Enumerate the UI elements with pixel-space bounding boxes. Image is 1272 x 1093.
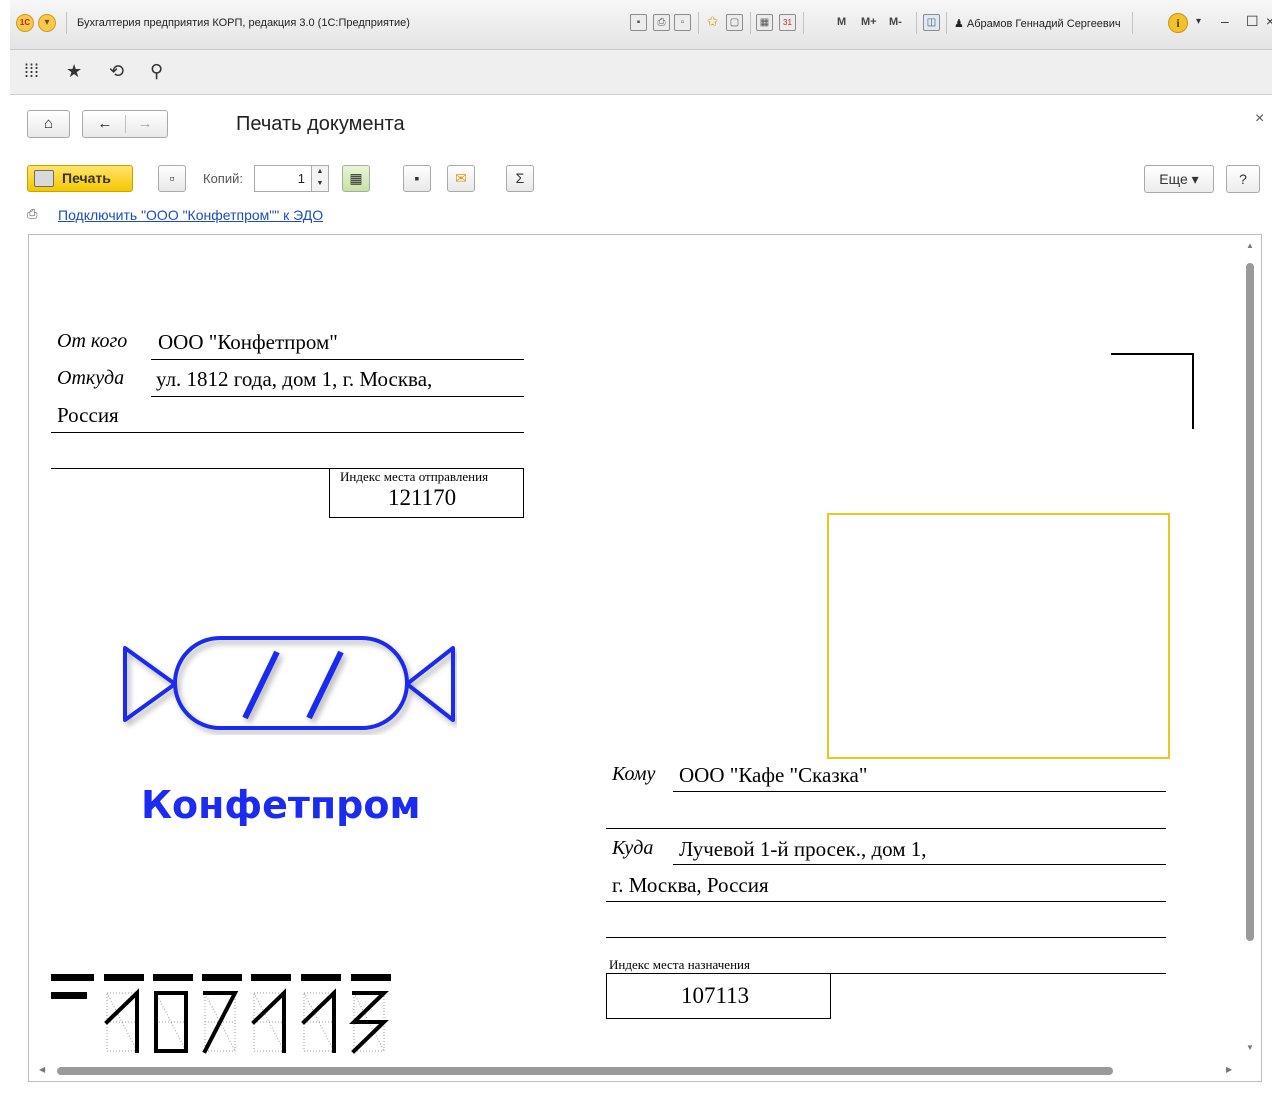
chevron-down-icon[interactable]: ▾ — [1196, 16, 1201, 27]
separator — [698, 12, 699, 34]
memory-m-button[interactable]: M — [837, 16, 846, 28]
info-icon[interactable]: i — [1168, 13, 1188, 33]
favorites-icon[interactable]: ✩ — [704, 14, 721, 31]
main-menu-icon[interactable]: ▾ — [38, 14, 56, 32]
forward-arrow-icon[interactable]: → — [138, 115, 153, 132]
separator — [750, 12, 751, 34]
to-value: ООО "Кафе "Сказка" — [679, 763, 868, 787]
dest-index-caption: Индекс места назначения — [609, 957, 750, 972]
minimize-icon[interactable]: – — [1221, 13, 1229, 29]
separator — [916, 12, 917, 34]
preview-icon[interactable]: ▫ — [674, 14, 691, 31]
window-titlebar: 1С ▾ Бухгалтерия предприятия КОРП, редак… — [10, 0, 1272, 50]
edo-icon: ⎙ — [27, 206, 38, 221]
save-icon: ▪ — [414, 170, 420, 186]
to-label: Кому — [612, 763, 656, 785]
back-forward-buttons[interactable]: ← → — [82, 110, 168, 138]
help-button[interactable]: ? — [1226, 165, 1260, 193]
copies-stepper[interactable]: ▲ ▼ — [311, 165, 329, 192]
more-button[interactable]: Еще ▾ — [1144, 165, 1214, 193]
printer-icon — [34, 170, 54, 187]
candy-logo-icon — [123, 636, 455, 730]
underline — [673, 791, 1166, 792]
spreadsheet-document[interactable]: От кого ООО "Конфетпром" Откуда ул. 1812… — [28, 234, 1262, 1082]
favorites-star-icon[interactable]: ★ — [66, 61, 82, 82]
separator — [946, 12, 947, 34]
separator — [66, 12, 67, 34]
history-icon[interactable]: ▢ — [726, 14, 743, 31]
calculator-icon[interactable]: ▦ — [756, 14, 773, 31]
to-address-line2: г. Москва, Россия — [612, 873, 769, 897]
origin-index-value: 121170 — [388, 485, 457, 510]
to-address-label: Куда — [612, 837, 654, 859]
memory-minus-button[interactable]: M- — [889, 16, 902, 28]
edit-mode-button[interactable]: ▦ — [342, 165, 370, 192]
copies-input[interactable]: 1 — [254, 165, 312, 192]
vertical-scrollbar[interactable] — [1246, 263, 1254, 941]
postal-code-stencil — [51, 974, 391, 1054]
separator — [124, 115, 126, 134]
calendar-icon[interactable]: 31 — [779, 14, 796, 31]
scroll-right-arrow-icon[interactable]: ▶ — [1226, 1065, 1232, 1074]
envelope-icon: ✉ — [455, 170, 467, 186]
brand-name: Конфетпром — [141, 783, 421, 827]
scroll-up-arrow-icon[interactable]: ▲ — [1246, 241, 1254, 250]
dest-index-value: 107113 — [681, 983, 750, 1008]
user-name: Абрамов Геннадий Сергеевич — [966, 18, 1121, 30]
underline — [606, 937, 1166, 938]
save-button[interactable]: ▪ — [403, 165, 431, 192]
page-title: Печать документа — [236, 113, 405, 135]
from-address-label: Откуда — [57, 367, 125, 389]
save-icon[interactable]: ▪ — [630, 14, 647, 31]
panels-icon[interactable]: ◫ — [923, 14, 940, 31]
to-address-line1: Лучевой 1-й просек., дом 1, — [679, 837, 927, 861]
underline — [606, 901, 1166, 902]
back-arrow-icon[interactable]: ← — [97, 115, 112, 132]
sum-button[interactable]: Σ — [506, 165, 534, 192]
home-icon: ⌂ — [43, 115, 54, 132]
underline — [606, 828, 1166, 829]
from-value: ООО "Конфетпром" — [158, 330, 338, 354]
underline — [151, 396, 524, 397]
print-icon[interactable]: ⎙ — [653, 14, 670, 31]
from-address-line1: ул. 1812 года, дом 1, г. Москва, — [156, 367, 433, 391]
navigation-bar: ⁞⁞⁞ ★ ⟲ ⚲ — [10, 50, 1272, 95]
from-label: От кого — [57, 330, 128, 352]
underline — [51, 432, 524, 433]
user-icon: ♟ — [954, 18, 967, 30]
separator — [803, 12, 804, 34]
stamp-area — [827, 513, 1170, 759]
current-user[interactable]: ♟ Абрамов Геннадий Сергеевич — [954, 17, 1121, 30]
window-close-icon[interactable]: × — [1266, 13, 1272, 29]
underline — [673, 864, 1166, 865]
print-button[interactable]: Печать — [27, 165, 133, 192]
copies-label: Копий: — [203, 171, 243, 186]
sigma-icon: Σ — [515, 170, 525, 186]
stamp-corner-mark — [1192, 353, 1194, 429]
search-icon[interactable]: ⚲ — [150, 61, 163, 82]
app-logo-icon[interactable]: 1С — [16, 14, 34, 32]
memory-plus-button[interactable]: M+ — [861, 16, 877, 28]
window-title: Бухгалтерия предприятия КОРП, редакция 3… — [77, 17, 410, 29]
scroll-down-arrow-icon[interactable]: ▼ — [1246, 1043, 1254, 1052]
send-email-button[interactable]: ✉ — [447, 165, 475, 192]
edo-connect-link[interactable]: Подключить "ООО "Конфетпром"" к ЭДО — [58, 207, 323, 223]
stamp-corner-mark — [1111, 353, 1194, 355]
horizontal-scrollbar[interactable] — [57, 1067, 1113, 1075]
preview-icon: ▫ — [169, 170, 175, 186]
history-icon[interactable]: ⟲ — [109, 61, 124, 82]
separator — [1132, 12, 1133, 34]
form-close-icon[interactable]: × — [1255, 110, 1264, 128]
preview-button[interactable]: ▫ — [158, 165, 186, 192]
underline — [151, 359, 524, 360]
edit-table-icon: ▦ — [349, 170, 363, 186]
from-address-line2: Россия — [57, 403, 119, 427]
origin-index-caption: Индекс места отправления — [340, 469, 489, 484]
print-button-label: Печать — [62, 170, 111, 186]
scroll-left-arrow-icon[interactable]: ◀ — [39, 1065, 45, 1074]
maximize-icon[interactable]: ☐ — [1246, 13, 1259, 30]
sections-grid-icon[interactable]: ⁞⁞⁞ — [24, 61, 39, 82]
home-button[interactable]: ⌂ — [27, 110, 70, 138]
